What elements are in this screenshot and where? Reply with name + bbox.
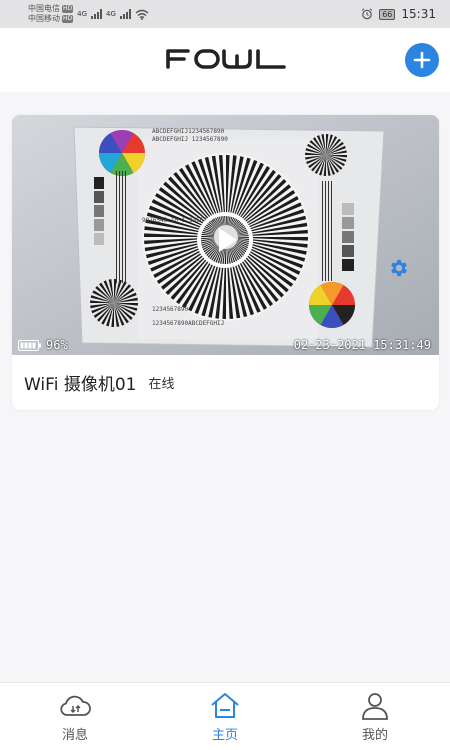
alarm-icon — [361, 8, 373, 20]
camera-battery: 96% — [18, 338, 68, 352]
nav-label-home: 主页 — [211, 728, 238, 743]
svg-text:ABCDEFGHIJ1234567890: ABCDEFGHIJ1234567890 — [152, 128, 225, 135]
battery-status: 66 — [379, 8, 396, 20]
network-type: 4G — [106, 10, 116, 18]
nav-item-messages[interactable]: 消息 — [0, 683, 150, 750]
camera-name: WiFi 摄像机01 — [24, 375, 137, 395]
add-device-button[interactable] — [405, 43, 439, 77]
carrier-1-name: 中国电信 — [28, 4, 60, 13]
camera-card-footer: WiFi 摄像机01 在线 — [12, 355, 439, 410]
preview-timestamp: 02-23-2021 15:31:49 — [293, 338, 431, 352]
app-header — [0, 28, 450, 92]
nav-label-messages: 消息 — [61, 728, 88, 743]
hd-badge: HD — [62, 5, 74, 13]
svg-text:1234567890: 1234567890 — [152, 306, 189, 313]
carrier-row-2: 中国移动 HD — [28, 14, 74, 24]
signal-icon — [91, 9, 103, 19]
hd-badge: HD — [62, 15, 74, 23]
bottom-nav: 消息 主页 我的 — [0, 682, 450, 750]
gear-icon[interactable] — [388, 257, 410, 279]
home-icon — [211, 693, 239, 718]
status-time: 15:31 — [401, 7, 436, 21]
carrier-info: 中国电信 HD 中国移动 HD — [28, 4, 74, 24]
nav-item-profile[interactable]: 我的 — [300, 683, 450, 750]
camera-card[interactable]: ABCDEFGHIJ1234567890 ABCDEFGHIJ 12345678… — [12, 115, 439, 410]
fowl-logo — [166, 49, 286, 69]
carrier-row-1: 中国电信 HD — [28, 4, 74, 14]
svg-text:1234567890ABCDEFGHIJ: 1234567890ABCDEFGHIJ — [152, 320, 224, 327]
cloud-icon — [60, 695, 91, 716]
status-right: 66 15:31 — [361, 7, 436, 21]
nav-label-profile: 我的 — [361, 728, 388, 743]
camera-status: 在线 — [148, 377, 175, 392]
carrier-2-name: 中国移动 — [28, 14, 60, 23]
nav-item-home[interactable]: 主页 — [150, 683, 300, 750]
svg-text:ABCDEFGHIJ 1234567890: ABCDEFGHIJ 1234567890 — [152, 136, 228, 143]
status-left: 中国电信 HD 中国移动 HD 4G 4G — [28, 4, 149, 24]
signal-icon — [119, 9, 131, 19]
wifi-icon — [135, 9, 149, 20]
play-icon[interactable] — [196, 211, 254, 269]
status-bar: 中国电信 HD 中国移动 HD 4G 4G 66 15:31 — [0, 0, 450, 28]
battery-icon — [18, 339, 41, 351]
network-type: 4G — [77, 10, 88, 18]
user-icon — [362, 693, 388, 720]
battery-percent: 96% — [46, 338, 68, 352]
plus-icon — [413, 51, 431, 69]
camera-preview[interactable]: ABCDEFGHIJ1234567890 ABCDEFGHIJ 12345678… — [12, 115, 439, 355]
